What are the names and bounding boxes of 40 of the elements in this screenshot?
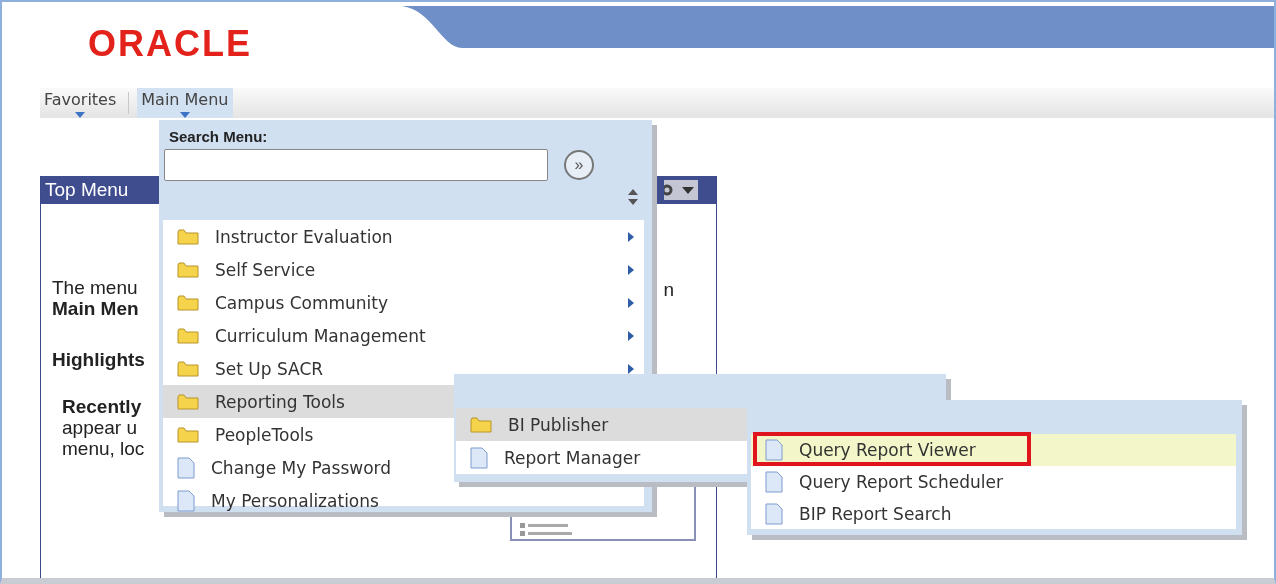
folder-icon — [470, 416, 492, 433]
nav-tab[interactable]: Favorites — [40, 88, 121, 118]
document-icon — [765, 439, 783, 461]
menu-item[interactable]: Instructor Evaluation — [163, 220, 644, 253]
menu-item[interactable]: Query Report Scheduler — [751, 466, 1236, 498]
document-icon — [765, 503, 783, 525]
caret-icon — [179, 112, 190, 118]
folder-icon — [177, 426, 199, 443]
oracle-logo: ORACLE — [88, 26, 252, 62]
menu-item[interactable]: Query Report Viewer — [751, 434, 1236, 466]
menu-item[interactable]: My Personalizations — [163, 484, 644, 517]
menu-item[interactable]: Self Service — [163, 253, 644, 286]
go-button[interactable]: » — [564, 150, 594, 180]
document-icon — [470, 446, 488, 469]
pagelet-text: Main Men — [52, 298, 140, 319]
menu-item[interactable]: Curriculum Management — [163, 319, 644, 352]
menu-item[interactable]: Campus Community — [163, 286, 644, 319]
pagelet-text: Recently — [61, 396, 143, 417]
folder-icon — [177, 228, 199, 245]
nav-tab[interactable]: Main Menu — [137, 88, 233, 118]
menu-item[interactable]: Set Up SACR — [163, 352, 644, 385]
pagelet-text: appear u — [61, 417, 138, 438]
document-icon — [765, 471, 783, 493]
sort-icon[interactable] — [628, 189, 638, 205]
document-icon — [177, 456, 195, 479]
caret-icon — [75, 112, 86, 118]
pagelet-text: n — [663, 279, 674, 300]
pagelet-text: Highlights — [52, 349, 146, 370]
folder-icon — [177, 294, 199, 311]
pagelet-text: The menu — [52, 277, 139, 298]
folder-icon — [177, 393, 199, 410]
pagelet-options-button[interactable] — [664, 180, 698, 200]
pagelet-title: Top Menu — [44, 179, 129, 201]
pagelet-text: menu, loc — [61, 438, 146, 459]
menu-item[interactable]: BIP Report Search — [751, 498, 1236, 530]
search-field[interactable] — [164, 149, 548, 181]
folder-icon — [177, 327, 199, 344]
folder-icon — [177, 360, 199, 377]
folder-icon — [177, 261, 199, 278]
search-label: Search Menu: — [169, 128, 268, 145]
